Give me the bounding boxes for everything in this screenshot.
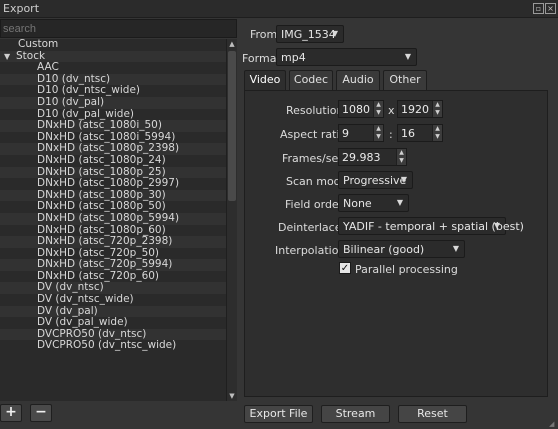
- tree-item-label: DVCPRO50 (dv_ntsc): [37, 327, 147, 340]
- tree-item-label: D10 (dv_ntsc): [37, 72, 111, 85]
- reset-button[interactable]: Reset: [398, 405, 467, 423]
- chevron-down-icon: ▼: [400, 175, 407, 184]
- scroll-thumb[interactable]: [228, 51, 236, 201]
- aspect-num-spinbox[interactable]: 9 ▲ ▼: [338, 124, 384, 142]
- close-icon[interactable]: ×: [545, 3, 556, 14]
- format-value: mp4: [281, 51, 306, 64]
- aspect-separator: :: [389, 128, 393, 141]
- tree-item[interactable]: AAC: [0, 61, 226, 74]
- tree-item-label: DNxHD (atsc_1080i_50): [37, 119, 162, 132]
- preset-tree[interactable]: Custom ▼ Stock AAC D10 (dv_ntsc) D10 (dv_ntsc…: [0, 39, 226, 401]
- tree-item-label: DV (dv_pal): [37, 304, 98, 317]
- fps-spinbox[interactable]: 29.983 ▲ ▼: [338, 148, 407, 166]
- fps-label: Frames/sec: [282, 152, 345, 165]
- tab-other[interactable]: Other: [383, 70, 427, 90]
- from-label: From: [250, 28, 278, 41]
- tab-audio[interactable]: Audio: [336, 70, 380, 90]
- aspect-den-spinbox[interactable]: 16 ▲ ▼: [397, 124, 443, 142]
- field-order-value: None: [343, 197, 372, 210]
- interpolation-select[interactable]: Bilinear (good) ▼: [338, 240, 465, 258]
- float-icon[interactable]: ▫: [533, 3, 544, 14]
- tree-item-label: DV (dv_pal_wide): [37, 316, 128, 329]
- parallel-processing-label: Parallel processing: [355, 263, 458, 276]
- tree-item-label: DNxHD (atsc_720p_2398): [37, 235, 173, 248]
- deinterlacer-label: Deinterlacer: [278, 221, 347, 234]
- field-order-select[interactable]: None ▼: [338, 194, 409, 212]
- scroll-down-icon[interactable]: ▼: [227, 391, 237, 401]
- tree-item[interactable]: DNxHD (atsc_720p_60): [0, 269, 226, 283]
- tree-item-label: DNxHD (atsc_1080p_50): [37, 200, 166, 213]
- search-input[interactable]: [0, 19, 237, 38]
- tree-scrollbar[interactable]: ▲ ▼: [226, 39, 237, 401]
- deinterlacer-select[interactable]: YADIF - temporal + spatial (best) ▼: [338, 217, 524, 235]
- tree-item-label: DNxHD (atsc_720p_60): [37, 269, 160, 282]
- remove-preset-button[interactable]: −: [30, 404, 52, 422]
- tab-video[interactable]: Video: [244, 70, 286, 90]
- tree-item-label: DNxHD (atsc_1080p_2398): [37, 142, 180, 155]
- tree-item-label: Stock: [16, 49, 46, 62]
- tree-item-label: DNxHD (atsc_1080p_2997): [37, 177, 180, 190]
- chevron-down-icon: ▼: [331, 29, 338, 38]
- title-bar: Export ▫ ×: [0, 0, 558, 18]
- scroll-up-icon[interactable]: ▲: [227, 39, 237, 49]
- scan-mode-value: Progressive: [343, 174, 407, 187]
- tree-item-label: Custom: [18, 39, 59, 50]
- tree-item-label: DV (dv_ntsc): [37, 281, 104, 294]
- window-title: Export: [3, 2, 40, 15]
- from-select[interactable]: IMG_1534 ▼: [276, 25, 344, 43]
- fps-value: 29.983: [342, 151, 381, 164]
- spin-arrows-icon[interactable]: ▲ ▼: [432, 101, 442, 117]
- tree-item-label: DNxHD (atsc_1080p_30): [37, 188, 166, 201]
- interpolation-label: Interpolation: [275, 244, 346, 257]
- tree-item-label: DNxHD (atsc_1080i_5994): [37, 130, 176, 143]
- aspect-ratio-label: Aspect ratio: [280, 128, 347, 141]
- spin-arrows-icon[interactable]: ▲ ▼: [432, 125, 442, 141]
- tree-item-label: DNxHD (atsc_720p_50): [37, 246, 160, 259]
- resize-grip-icon[interactable]: ◢: [549, 420, 557, 428]
- resolution-separator: x: [388, 104, 395, 117]
- tree-item-label: DNxHD (atsc_720p_5994): [37, 258, 173, 271]
- spin-arrows-icon[interactable]: ▲ ▼: [373, 101, 383, 117]
- tree-item-label: DV (dv_ntsc_wide): [37, 293, 134, 306]
- height-spinbox[interactable]: 1920 ▲ ▼: [397, 100, 443, 118]
- add-preset-button[interactable]: +: [0, 404, 22, 422]
- tree-item-label: D10 (dv_ntsc_wide): [37, 84, 141, 97]
- tree-item-label: DVCPRO50 (dv_ntsc_wide): [37, 339, 177, 352]
- format-label: Format: [242, 52, 281, 65]
- tree-item-label: DNxHD (atsc_1080p_5994): [37, 211, 180, 224]
- aspect-num-value: 9: [342, 127, 349, 140]
- chevron-down-icon: ▼: [396, 198, 403, 207]
- tree-item[interactable]: D10 (dv_ntsc_wide): [0, 85, 226, 97]
- tree-item-label: D10 (dv_pal): [37, 95, 105, 108]
- width-spinbox[interactable]: 1080 ▲ ▼: [338, 100, 384, 118]
- spin-arrows-icon[interactable]: ▲ ▼: [373, 125, 383, 141]
- tree-group[interactable]: ▼ Stock: [0, 49, 226, 63]
- chevron-down-icon: ▼: [493, 221, 500, 230]
- tree-item-label: D10 (dv_pal_wide): [37, 107, 135, 120]
- tree-item-label: AAC: [37, 61, 59, 74]
- width-value: 1080: [342, 103, 370, 116]
- spin-arrows-icon[interactable]: ▲ ▼: [396, 149, 406, 165]
- stream-button[interactable]: Stream: [321, 405, 390, 423]
- scan-mode-select[interactable]: Progressive ▼: [338, 171, 413, 189]
- chevron-down-icon: ▼: [452, 244, 459, 253]
- export-file-button[interactable]: Export File: [244, 405, 313, 423]
- tree-item-label: DNxHD (atsc_1080p_25): [37, 165, 166, 178]
- tree-item[interactable]: DV (dv_ntsc_wide): [0, 293, 226, 306]
- format-select[interactable]: mp4 ▼: [276, 48, 417, 66]
- interpolation-value: Bilinear (good): [343, 243, 425, 256]
- chevron-down-icon: ▼: [404, 52, 411, 61]
- parallel-processing-checkbox[interactable]: ✓: [339, 262, 351, 274]
- resolution-label: Resolution: [286, 104, 344, 117]
- from-value: IMG_1534: [281, 28, 336, 41]
- tab-codec[interactable]: Codec: [289, 70, 333, 90]
- field-order-label: Field order: [285, 198, 344, 211]
- tree-item-label: DNxHD (atsc_1080p_60): [37, 223, 166, 236]
- height-value: 1920: [401, 103, 429, 116]
- tree-item[interactable]: DVCPRO50 (dv_ntsc_wide): [0, 340, 226, 352]
- aspect-den-value: 16: [401, 127, 415, 140]
- tree-item-label: DNxHD (atsc_1080p_24): [37, 153, 166, 166]
- expand-arrow-icon[interactable]: ▼: [4, 51, 16, 63]
